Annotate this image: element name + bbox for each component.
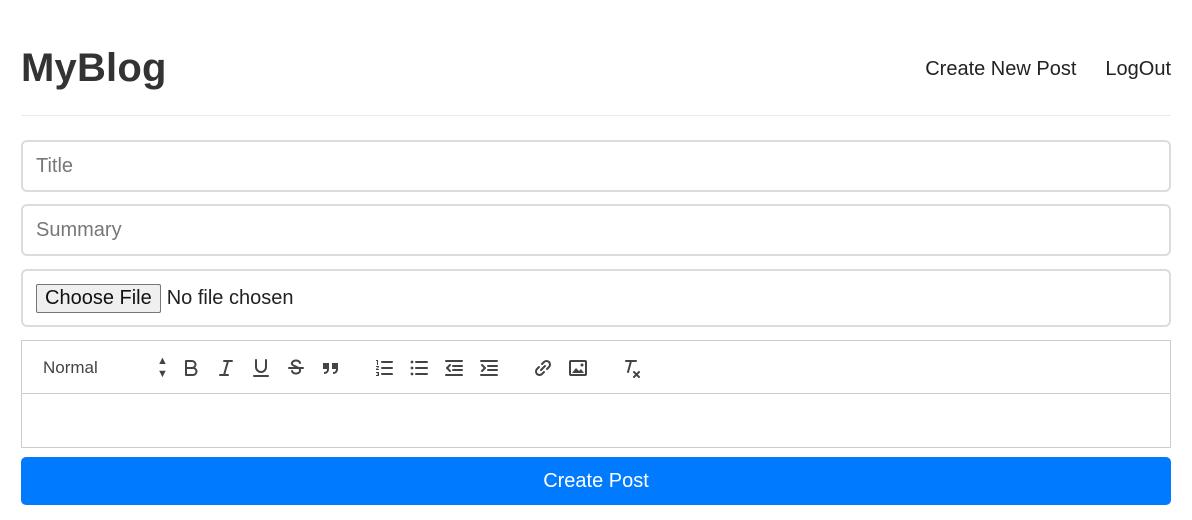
link-icon[interactable]: [532, 357, 554, 379]
clear-format-icon[interactable]: [621, 357, 643, 379]
indent-icon[interactable]: [478, 357, 500, 379]
logout-link[interactable]: LogOut: [1105, 58, 1171, 81]
format-picker-label: Normal: [43, 358, 98, 377]
rich-text-editor: Normal ▲ ▼: [21, 340, 1171, 448]
format-picker[interactable]: Normal ▲ ▼: [43, 355, 168, 381]
image-icon[interactable]: [567, 357, 589, 379]
site-logo[interactable]: MyBlog: [21, 46, 167, 91]
file-upload-field: Choose File No file chosen: [21, 269, 1171, 327]
editor-toolbar: Normal ▲ ▼: [22, 341, 1170, 394]
title-field-wrapper: [21, 140, 1171, 192]
site-header: MyBlog Create New Post LogOut: [21, 44, 1171, 116]
ordered-list-icon[interactable]: [373, 357, 395, 379]
editor-content-area[interactable]: [22, 394, 1170, 448]
top-nav: Create New Post LogOut: [925, 58, 1171, 81]
outdent-icon[interactable]: [443, 357, 465, 379]
blockquote-icon[interactable]: [320, 357, 342, 379]
summary-input[interactable]: [23, 206, 1169, 254]
choose-file-button[interactable]: Choose File: [36, 283, 161, 313]
updown-arrows-icon: ▲ ▼: [157, 355, 168, 380]
strike-icon[interactable]: [285, 357, 307, 379]
title-input[interactable]: [23, 142, 1169, 190]
create-new-post-link[interactable]: Create New Post: [925, 58, 1076, 81]
summary-field-wrapper: [21, 204, 1171, 256]
bold-icon[interactable]: [180, 357, 202, 379]
underline-icon[interactable]: [250, 357, 272, 379]
italic-icon[interactable]: [215, 357, 237, 379]
bullet-list-icon[interactable]: [408, 357, 430, 379]
create-post-button[interactable]: Create Post: [21, 457, 1171, 505]
file-status-text: No file chosen: [166, 286, 294, 309]
